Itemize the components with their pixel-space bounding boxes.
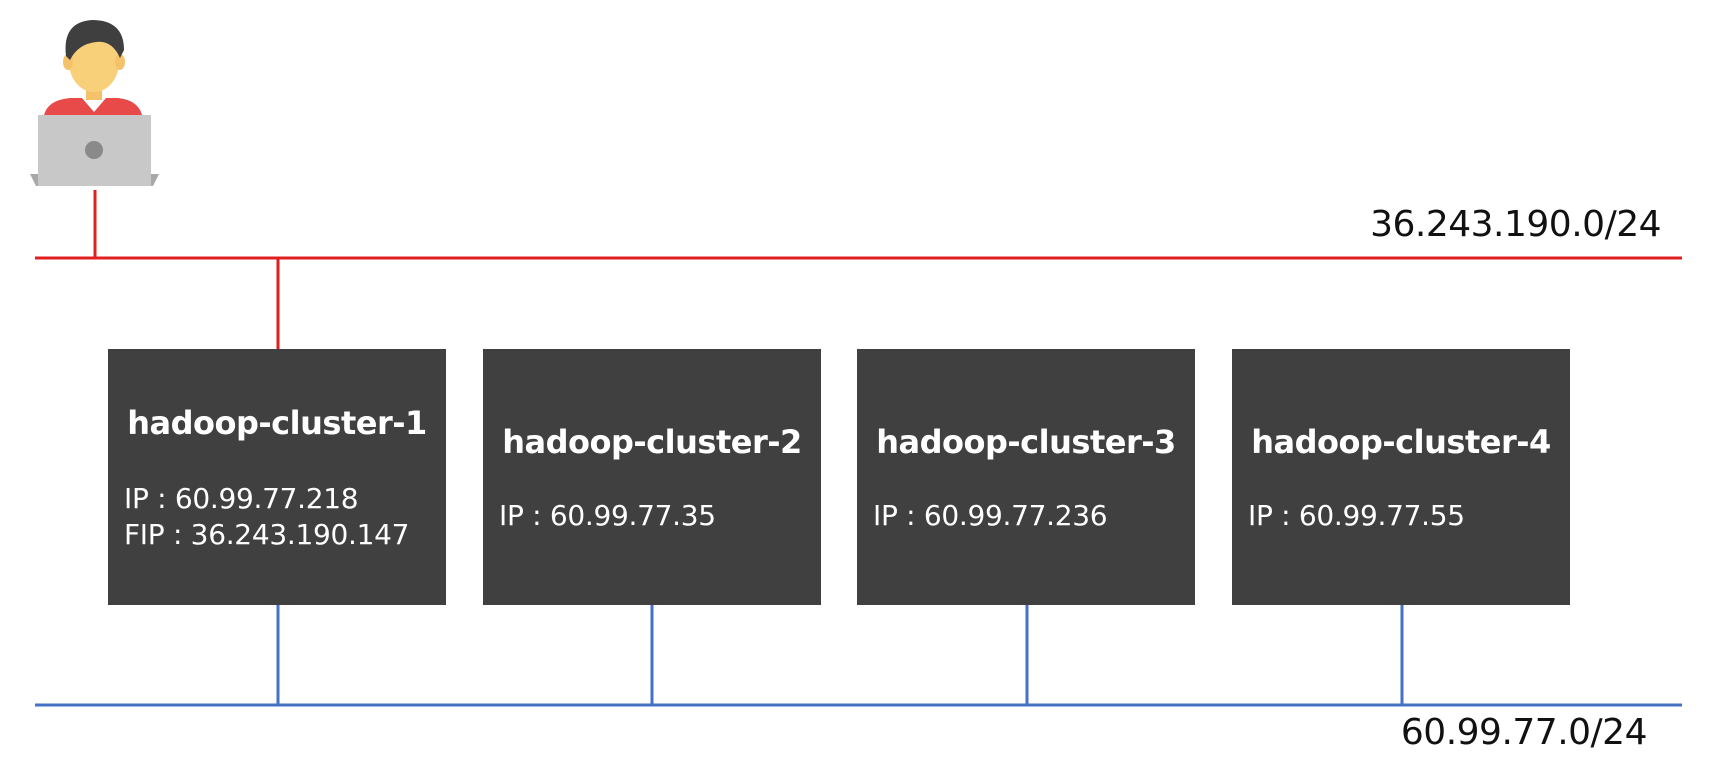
node-name: hadoop-cluster-2 <box>502 423 802 461</box>
cluster-node-1: hadoop-cluster-1 IP : 60.99.77.218 FIP :… <box>108 349 446 605</box>
node-ip: IP : 60.99.77.55 <box>1248 499 1465 532</box>
private-network-cidr: 60.99.77.0/24 <box>1400 712 1648 753</box>
cluster-node-2: hadoop-cluster-2 IP : 60.99.77.35 <box>483 349 821 605</box>
public-network-cidr: 36.243.190.0/24 <box>1370 204 1661 245</box>
node-name: hadoop-cluster-4 <box>1251 423 1551 461</box>
node-ip: IP : 60.99.77.236 <box>873 499 1108 532</box>
cluster-node-4: hadoop-cluster-4 IP : 60.99.77.55 <box>1232 349 1570 605</box>
node-floating-ip: FIP : 36.243.190.147 <box>124 518 410 551</box>
node-name: hadoop-cluster-3 <box>876 423 1176 461</box>
network-diagram: 36.243.190.0/24 60.99.77.0/24 hadoop-clu… <box>0 0 1713 779</box>
node-ip: IP : 60.99.77.35 <box>499 499 716 532</box>
user-with-laptop-icon <box>30 20 159 186</box>
cluster-node-3: hadoop-cluster-3 IP : 60.99.77.236 <box>857 349 1195 605</box>
node-name: hadoop-cluster-1 <box>127 404 427 442</box>
node-ip: IP : 60.99.77.218 <box>124 482 359 515</box>
